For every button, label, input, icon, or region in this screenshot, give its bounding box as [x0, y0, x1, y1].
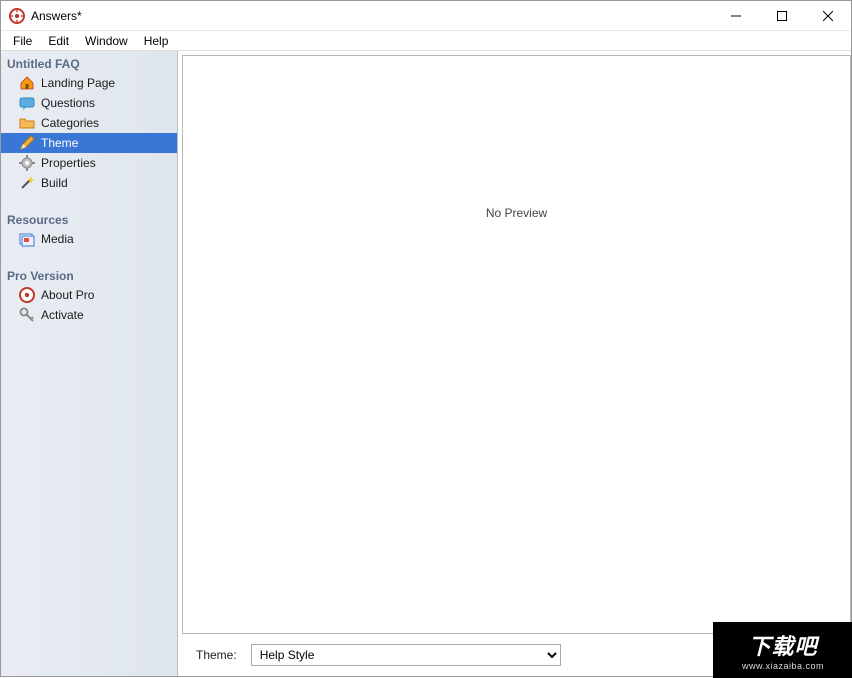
menu-help[interactable]: Help — [136, 32, 177, 50]
sidebar-item-label: About Pro — [41, 288, 94, 302]
menu-edit[interactable]: Edit — [40, 32, 77, 50]
sidebar: Untitled FAQ Landing Page Questions Cate… — [1, 51, 178, 676]
sidebar-item-label: Questions — [41, 96, 95, 110]
home-icon — [19, 75, 35, 91]
preview-empty-text: No Preview — [486, 206, 547, 220]
bottom-panel: Theme: Help Style M — [178, 634, 851, 676]
titlebar: Answers* — [1, 1, 851, 31]
app-icon — [19, 287, 35, 303]
sidebar-item-label: Properties — [41, 156, 96, 170]
section-header-resources: Resources — [1, 209, 177, 229]
theme-select[interactable]: Help Style — [251, 644, 561, 666]
sidebar-item-theme[interactable]: Theme — [1, 133, 177, 153]
section-header-faq: Untitled FAQ — [1, 53, 177, 73]
sidebar-item-questions[interactable]: Questions — [1, 93, 177, 113]
sidebar-item-label: Activate — [41, 308, 84, 322]
m-button[interactable]: M — [793, 644, 851, 666]
sidebar-item-about-pro[interactable]: About Pro — [1, 285, 177, 305]
theme-label: Theme: — [196, 648, 237, 662]
sidebar-item-categories[interactable]: Categories — [1, 113, 177, 133]
content-panel: No Preview Theme: Help Style M — [178, 51, 851, 676]
close-button[interactable] — [805, 1, 851, 31]
media-icon — [19, 231, 35, 247]
section-header-pro: Pro Version — [1, 265, 177, 285]
maximize-button[interactable] — [759, 1, 805, 31]
sidebar-item-media[interactable]: Media — [1, 229, 177, 249]
questions-icon — [19, 95, 35, 111]
sidebar-item-label: Categories — [41, 116, 99, 130]
gear-icon — [19, 155, 35, 171]
pencil-icon — [19, 135, 35, 151]
sidebar-item-label: Landing Page — [41, 76, 115, 90]
sidebar-item-build[interactable]: Build — [1, 173, 177, 193]
menu-file[interactable]: File — [5, 32, 40, 50]
preview-area: No Preview — [182, 55, 851, 634]
app-icon — [9, 8, 25, 24]
minimize-button[interactable] — [713, 1, 759, 31]
sidebar-item-label: Theme — [41, 136, 78, 150]
sidebar-item-properties[interactable]: Properties — [1, 153, 177, 173]
sidebar-item-label: Media — [41, 232, 74, 246]
key-icon — [19, 307, 35, 323]
menu-window[interactable]: Window — [77, 32, 136, 50]
sidebar-item-landing-page[interactable]: Landing Page — [1, 73, 177, 93]
folder-icon — [19, 115, 35, 131]
wand-icon — [19, 175, 35, 191]
sidebar-item-activate[interactable]: Activate — [1, 305, 177, 325]
menubar: File Edit Window Help — [1, 31, 851, 51]
sidebar-item-label: Build — [41, 176, 68, 190]
window-title: Answers* — [31, 9, 82, 23]
